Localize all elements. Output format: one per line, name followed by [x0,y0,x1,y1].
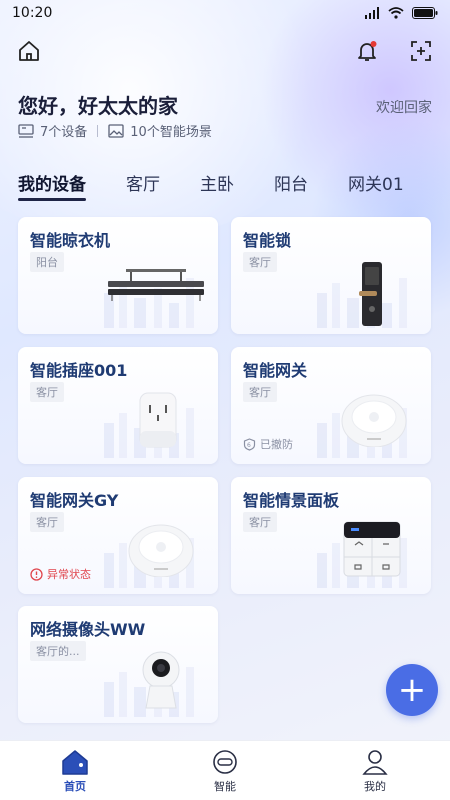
shield-icon: 6 [243,437,256,451]
scan-icon[interactable] [408,38,434,64]
scene-count: 10个智能场景 [108,121,212,140]
tab-gateway01[interactable]: 网关01 [348,170,404,195]
device-card-scene-panel[interactable]: 智能情景面板 客厅 [231,477,431,594]
device-card-smart-socket[interactable]: 智能插座001 客厅 [18,347,218,464]
tab-living-room[interactable]: 客厅 [126,170,160,195]
scene-count-label: 10个智能场景 [130,125,212,140]
top-toolbar [16,38,434,66]
nav-home[interactable]: 首页 [35,748,115,794]
device-name: 智能网关GY [30,491,119,510]
nav-profile[interactable]: 我的 [335,748,415,794]
welcome-mode-button[interactable]: 欢迎回家 [376,97,432,117]
device-room: 客厅的... [30,641,86,661]
device-card-clothes-dryer[interactable]: 智能晾衣机 阳台 [18,217,218,334]
device-count-label: 7个设备 [40,125,88,140]
tab-balcony[interactable]: 阳台 [274,170,308,195]
status-icons [364,7,438,19]
gateway-icon [341,394,407,447]
device-name: 智能网关 [243,361,308,380]
device-status-disarmed: 6 已撤防 [243,436,293,452]
status-bar: 10:20 [0,0,450,26]
device-card-smart-gateway[interactable]: 智能网关 客厅 6 已撤防 [231,347,431,464]
device-card-smart-lock[interactable]: 智能锁 客厅 [231,217,431,334]
device-list-icon [18,123,34,138]
home-icon[interactable] [16,38,42,64]
smart-lock-icon [359,262,382,326]
device-name: 智能情景面板 [243,491,340,510]
device-name: 网络摄像头WW [30,620,146,639]
device-status-label: 异常状态 [47,568,91,581]
device-room: 阳台 [30,252,64,272]
scene-image-icon [108,123,124,138]
stats-divider [97,124,99,137]
scene-panel-icon [343,521,401,577]
smart-socket-icon [139,392,177,448]
notification-bell-icon[interactable] [354,38,380,64]
device-room: 客厅 [30,382,64,402]
nav-home-label: 首页 [64,779,86,793]
bottom-nav: 首页 智能 我的 [0,740,450,800]
device-room: 客厅 [243,382,277,402]
device-card-network-camera[interactable]: 网络摄像头WW 客厅的... [18,606,218,723]
battery-icon [412,7,438,19]
nav-profile-label: 我的 [364,779,386,793]
device-room: 客厅 [30,512,64,532]
camera-icon [142,651,180,709]
device-room: 客厅 [243,252,277,272]
nav-smart[interactable]: 智能 [185,748,265,794]
device-count: 7个设备 [18,121,87,140]
home-stats: 7个设备 10个智能场景 [18,121,212,140]
warning-icon [30,567,43,581]
status-time: 10:20 [12,5,53,21]
wifi-icon [388,7,404,19]
device-name: 智能锁 [243,231,292,250]
add-device-button[interactable]: + [386,664,438,716]
smart-icon [213,749,237,774]
device-room: 客厅 [243,512,277,532]
device-status-label: 已撤防 [260,438,293,451]
svg-text:6: 6 [247,442,251,449]
device-name: 智能插座001 [30,361,128,380]
profile-icon [362,749,388,775]
room-tabs: 我的设备 客厅 主卧 阳台 网关01 [18,170,404,201]
device-name: 智能晾衣机 [30,231,111,250]
device-card-smart-gateway-gy[interactable]: 智能网关GY 客厅 异常状态 [18,477,218,594]
tab-my-devices[interactable]: 我的设备 [18,170,86,201]
home-greeting: 您好，好太太的家 [18,94,178,118]
tab-master-bedroom[interactable]: 主卧 [200,170,234,195]
device-status-abnormal: 异常状态 [30,566,91,582]
signal-icon [365,7,379,19]
clothes-dryer-icon [108,269,204,301]
nav-smart-label: 智能 [214,779,236,793]
gateway-icon [128,524,194,577]
home-icon [62,749,88,775]
